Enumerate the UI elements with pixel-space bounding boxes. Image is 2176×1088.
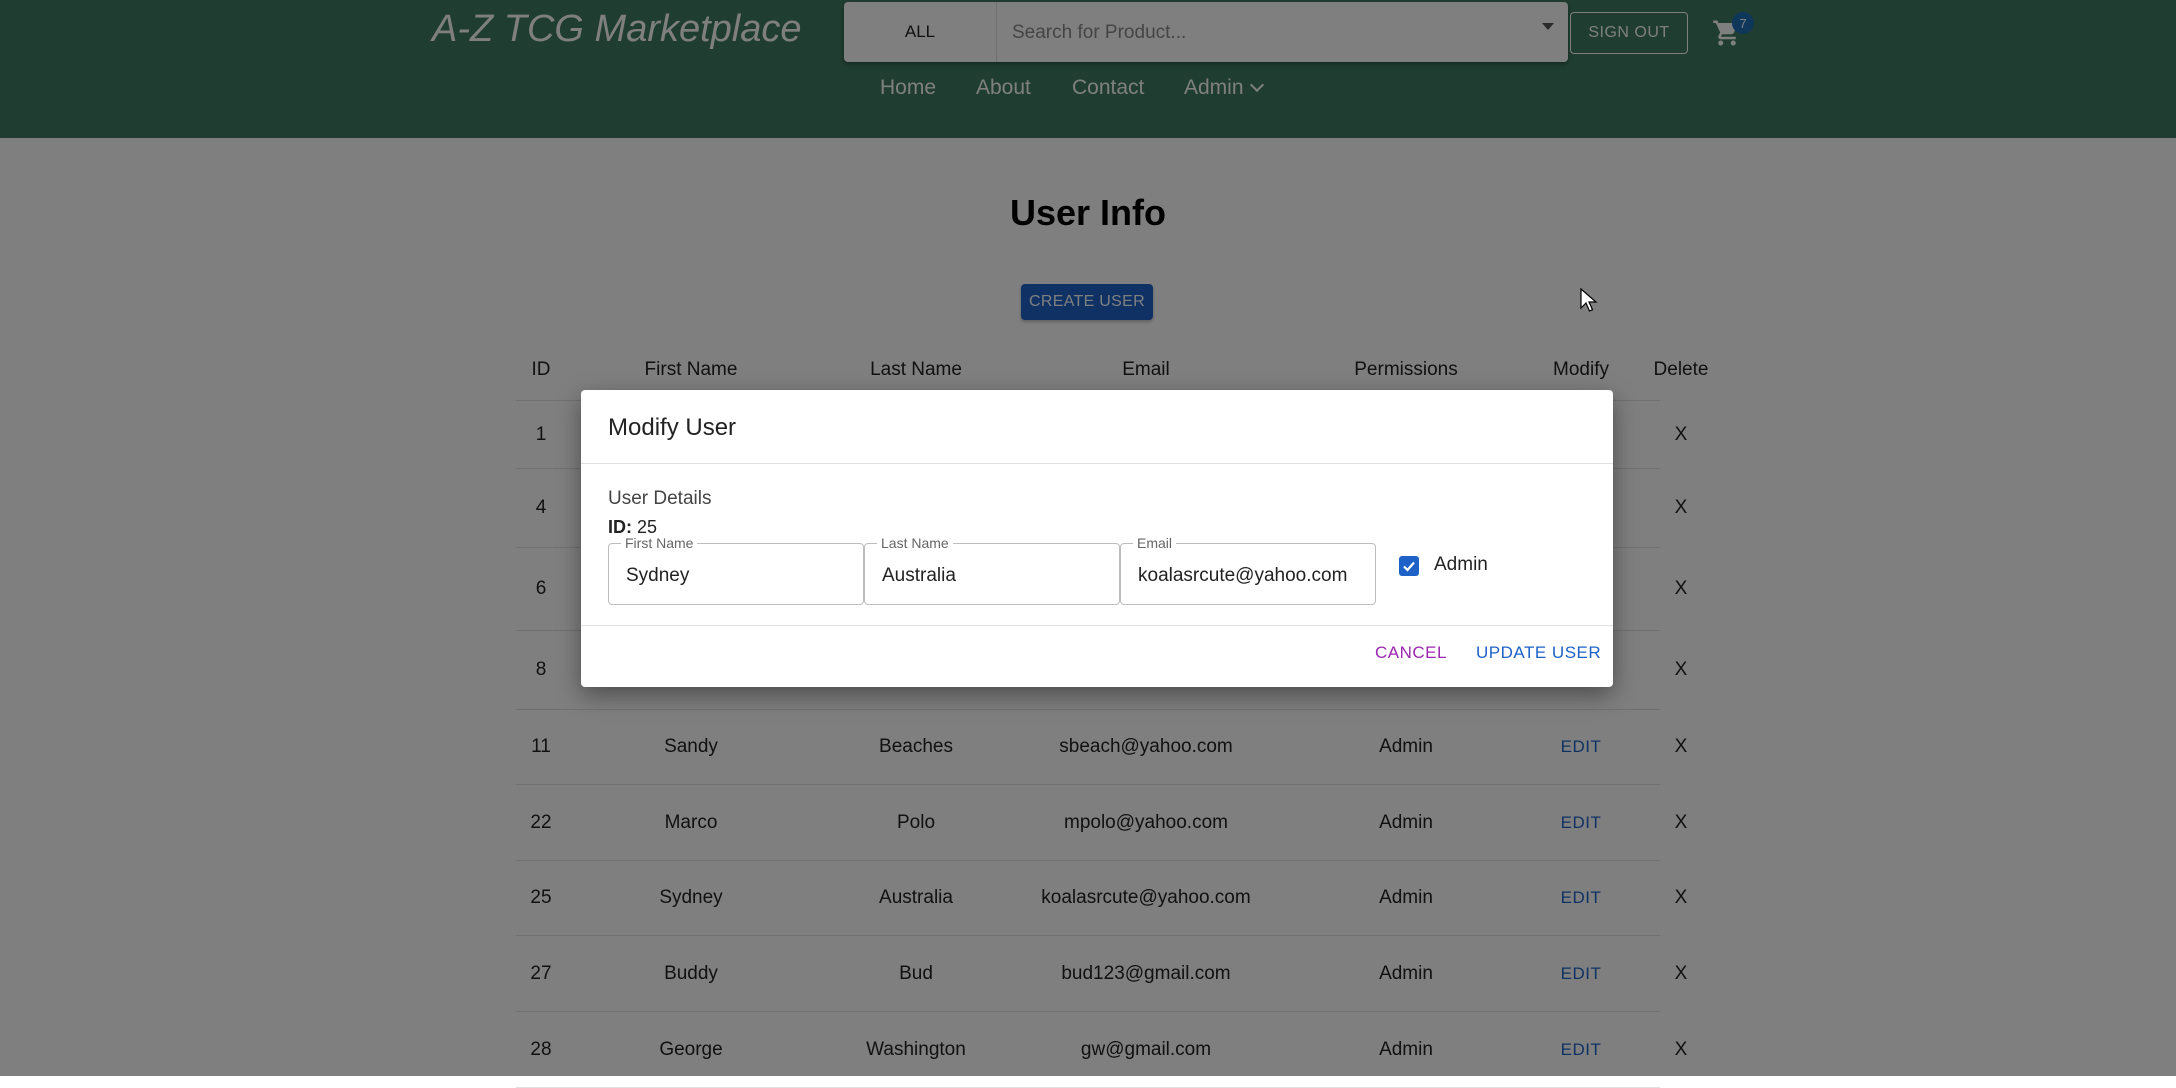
modify-user-dialog: Modify User User Details ID: 25 First Na… — [581, 390, 1613, 687]
last-name-field: Last Name — [864, 535, 1120, 605]
mouse-pointer-icon — [1580, 288, 1598, 312]
admin-checkbox[interactable] — [1399, 556, 1419, 576]
admin-checkbox-label[interactable]: Admin — [1434, 554, 1488, 576]
last-name-label: Last Name — [877, 535, 953, 551]
divider — [581, 625, 1613, 626]
first-name-input[interactable] — [624, 560, 854, 592]
user-id-value: 25 — [637, 517, 658, 537]
email-label: Email — [1133, 535, 1177, 551]
email-field: Email — [1120, 535, 1376, 605]
user-details-label: User Details — [608, 488, 712, 509]
last-name-input[interactable] — [880, 560, 1110, 592]
divider — [581, 463, 1613, 464]
dialog-title: Modify User — [608, 414, 737, 441]
cancel-button[interactable]: CANCEL — [1375, 643, 1447, 663]
email-input[interactable] — [1136, 560, 1366, 592]
user-id-label: ID: — [608, 517, 632, 537]
first-name-label: First Name — [621, 535, 698, 551]
first-name-field: First Name — [608, 535, 864, 605]
checkmark-icon — [1403, 561, 1415, 572]
update-user-button[interactable]: UPDATE USER — [1476, 643, 1601, 663]
